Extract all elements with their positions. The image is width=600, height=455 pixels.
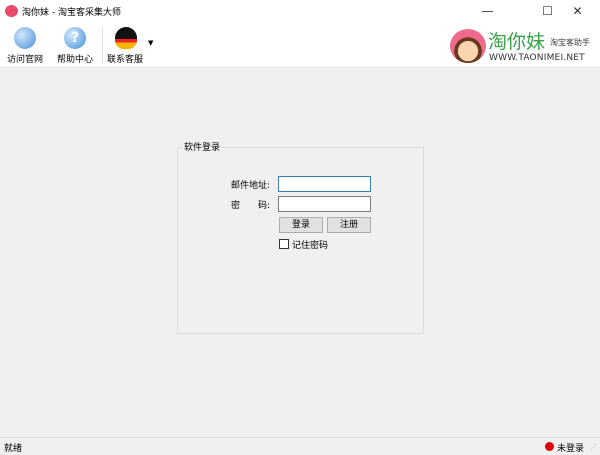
password-input[interactable] (278, 196, 371, 212)
visit-website-label: 访问官网 (6, 55, 43, 65)
login-button[interactable]: 登录 (279, 217, 323, 233)
login-group-title: 软件登录 (182, 140, 223, 153)
brand-mascot-icon (450, 29, 486, 63)
toolbar-divider (102, 28, 103, 64)
help-center-button[interactable]: ? 帮助中心 (53, 25, 97, 67)
remember-password-label[interactable]: 记住密码 (292, 238, 328, 251)
help-icon: ? (64, 27, 86, 49)
status-bar: 就绪 未登录 ⋰ (0, 437, 600, 455)
brand-name: 淘你妹 (488, 31, 546, 53)
email-label: 邮件地址: (230, 181, 270, 191)
brand-url: WWW.TAONIMEI.NET (489, 53, 585, 63)
minimize-button[interactable]: — (465, 0, 510, 23)
visit-website-button[interactable]: 访问官网 (3, 25, 47, 67)
email-input[interactable] (278, 176, 371, 192)
globe-icon (14, 27, 36, 49)
login-status-text: 未登录 (557, 444, 585, 454)
register-button[interactable]: 注册 (327, 217, 371, 233)
login-status-indicator-icon (545, 442, 554, 451)
contact-support-label: 联系客服 (106, 55, 143, 65)
remember-password-checkbox[interactable] (279, 239, 289, 249)
password-label: 密 码: (230, 201, 270, 211)
help-center-label: 帮助中心 (56, 55, 93, 65)
status-text: 就绪 (4, 444, 23, 454)
brand-tagline: 淘宝客助手 (550, 38, 590, 47)
close-button[interactable]: ✕ (555, 0, 600, 23)
title-bar: 淘你妹 - 淘宝客采集大师 — ☐ ✕ (0, 0, 600, 23)
dropdown-arrow-icon[interactable]: ▼ (148, 39, 153, 47)
toolbar: 访问官网 ? 帮助中心 ▼ 联系客服 淘你妹 淘宝客助手 WWW.TAONIME… (0, 23, 600, 68)
contact-support-button[interactable]: ▼ 联系客服 (104, 25, 154, 67)
app-logo-icon (5, 5, 18, 17)
qq-penguin-icon (115, 27, 137, 49)
resize-grip-icon[interactable]: ⋰ (590, 443, 597, 451)
window-title: 淘你妹 - 淘宝客采集大师 (22, 8, 121, 18)
